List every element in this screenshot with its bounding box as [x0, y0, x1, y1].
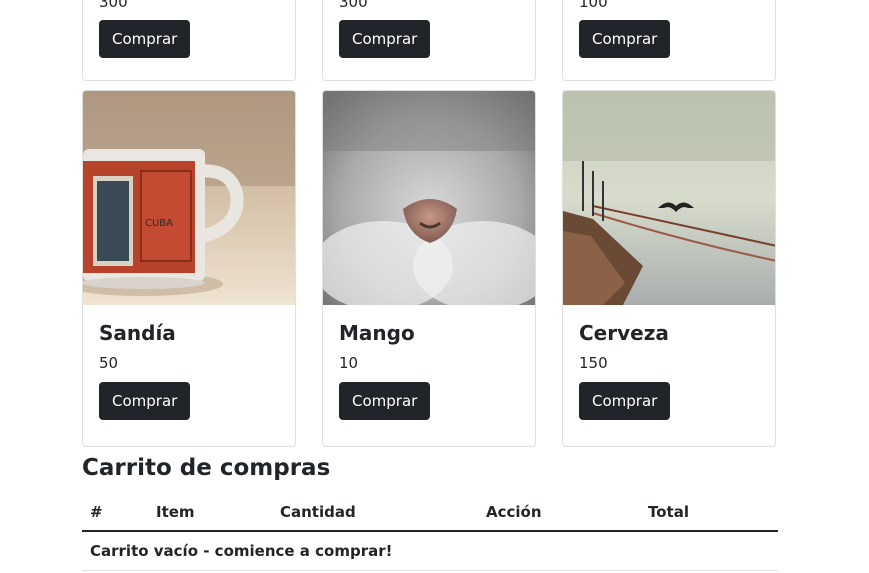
buy-button[interactable]: Comprar — [339, 382, 431, 420]
column-header: Acción — [478, 494, 640, 532]
mug-photo: CUBA — [83, 91, 295, 305]
buy-button[interactable]: Comprar — [339, 20, 431, 58]
product-card: Cerveza 150 Comprar — [562, 90, 776, 447]
product-card: Mango 10 Comprar — [322, 90, 536, 447]
product-name: Mango — [339, 321, 415, 345]
product-price: 50 — [99, 354, 119, 372]
cart-table: # Item Cantidad Acción Total Carrito vac… — [82, 494, 778, 571]
cart-title: Carrito de compras — [82, 455, 331, 481]
column-header: Cantidad — [272, 494, 478, 532]
product-card: 300 Comprar — [322, 0, 536, 81]
product-name: Cerveza — [579, 321, 669, 345]
buy-button[interactable]: Comprar — [579, 20, 671, 58]
product-card: 300 Comprar — [82, 0, 296, 81]
product-card: CUBA Sandía 50 Comprar — [82, 90, 296, 447]
buy-button[interactable]: Comprar — [579, 382, 671, 420]
empty-cart-message: Carrito vacío - comience a comprar! — [82, 531, 778, 571]
cart-header-row: # Item Cantidad Acción Total — [82, 494, 778, 532]
product-price: 10 — [339, 354, 359, 372]
column-header: # — [82, 494, 148, 532]
lake-bird-photo — [563, 91, 775, 305]
table-row: Carrito vacío - comience a comprar! — [82, 531, 778, 571]
cat-nose-photo — [323, 91, 535, 305]
product-name: Sandía — [99, 321, 176, 345]
product-price: 150 — [579, 354, 608, 372]
buy-button[interactable]: Comprar — [99, 20, 191, 58]
column-header: Total — [640, 494, 778, 532]
product-card: 100 Comprar — [562, 0, 776, 81]
product-price: 300 — [99, 0, 128, 11]
svg-text:CUBA: CUBA — [145, 218, 173, 229]
product-price: 100 — [579, 0, 608, 11]
product-price: 300 — [339, 0, 368, 11]
column-header: Item — [148, 494, 272, 532]
buy-button[interactable]: Comprar — [99, 382, 191, 420]
